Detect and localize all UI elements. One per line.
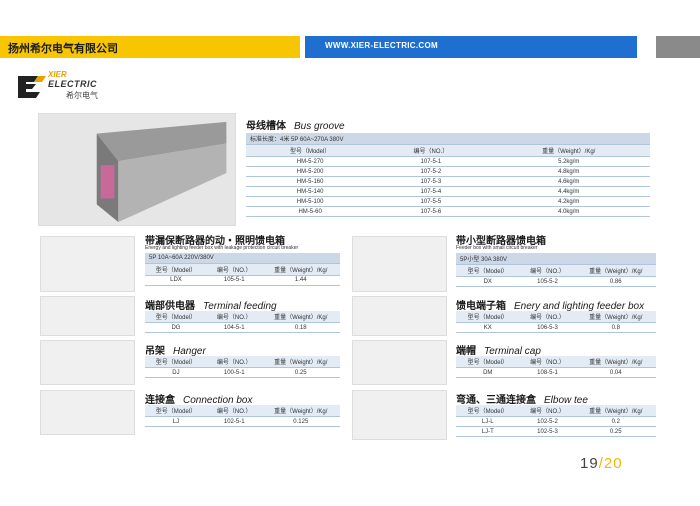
table-row: LDX 105-5-1 1.44 <box>145 275 340 286</box>
company-logo: XIER ELECTRIC 希尔电气 <box>8 70 118 104</box>
logo-brand-top: XIER <box>48 70 67 79</box>
elbow-tee-title: 弯通、三通连接盒 Elbow tee <box>456 395 588 406</box>
logo-e-icon <box>18 76 46 98</box>
leakage-box-subtitle: Energy and lighting feeder box with leak… <box>145 245 299 251</box>
table-row: LJ 102-5-1 0.125 <box>145 416 340 427</box>
table-row: HM-5-270 107-5-1 5.2kg/m <box>246 156 650 167</box>
page-number: 19/20 <box>580 455 623 472</box>
terminal-feeding-table: 型号（Model） 编号（NO.） 重量（Weight）/Kg/ DG 104-5-1… <box>145 311 340 333</box>
website-link[interactable]: WWW.XIER-ELECTRIC.COM <box>325 41 438 50</box>
bus-groove-title: 母线槽体 Bus groove <box>246 121 345 132</box>
table-row: HM-5-60 107-5-6 4.0kg/m <box>246 206 650 217</box>
header-gray-block <box>656 36 700 58</box>
hanger-table: 型号（Model） 编号（NO.） 重量（Weight）/Kg/ DJ 100-5-1… <box>145 356 340 378</box>
logo-brand: ELECTRIC <box>48 79 97 89</box>
table-header: 型号（Model） <box>246 144 375 157</box>
connection-box-photo <box>40 390 135 435</box>
bus-groove-photo <box>38 113 236 226</box>
table-row: HM-5-140 107-5-4 4.4kg/m <box>246 186 650 197</box>
mcb-box-photo <box>352 236 447 292</box>
hanger-photo <box>40 340 135 385</box>
connection-box-table: 型号（Model） 编号（NO.） 重量（Weight）/Kg/ LJ 102-5-1… <box>145 405 340 427</box>
table-row: KX 106-5-3 0.8 <box>456 322 656 333</box>
terminal-box-table: 型号（Model） 编号（NO.） 重量（Weight）/Kg/ KX 106-5-3… <box>456 311 656 333</box>
table-row: LJ-L 102-5-2 0.2 <box>456 416 656 427</box>
company-name: 扬州希尔电气有限公司 <box>8 43 118 55</box>
terminal-box-title: 馈电端子箱 Enery and lighting feeder box <box>456 301 645 312</box>
table-header: 重量（Weight）/Kg/ <box>487 144 650 157</box>
terminal-cap-photo <box>352 340 447 385</box>
terminal-cap-table: 型号（Model） 编号（NO.） 重量（Weight）/Kg/ DM 108-5-1… <box>456 356 656 378</box>
table-row: DM 108-5-1 0.04 <box>456 367 656 378</box>
bus-groove-image <box>96 121 227 223</box>
terminal-feeding-title: 端部供电器 Terminal feeding <box>145 301 277 312</box>
elbow-tee-table: 型号（Model） 编号（NO.） 重量（Weight）/Kg/ LJ-L 102-5… <box>456 405 656 437</box>
table-row: DJ 100-5-1 0.25 <box>145 367 340 378</box>
table-row: HM-5-200 107-5-2 4.8kg/m <box>246 166 650 177</box>
table-row: HM-5-160 107-5-3 4.6kg/m <box>246 176 650 187</box>
table-header: 编号（NO.） <box>374 144 488 157</box>
mcb-box-spec: 5P小型 30A 380V <box>456 253 656 265</box>
mcb-box-table: 5P小型 30A 380V 型号（Model） 编号（NO.） 重量（Weight）… <box>456 253 656 287</box>
table-row: LJ-T 102-5-3 0.25 <box>456 426 656 437</box>
bus-groove-table: 标准长度：4米 5P 60A~270A 380V 型号（Model） 编号（NO… <box>246 133 650 217</box>
table-row: DX 105-5-2 0.86 <box>456 276 656 287</box>
header-website-bar: WWW.XIER-ELECTRIC.COM <box>305 36 637 58</box>
bus-groove-spec: 标准长度：4米 5P 60A~270A 380V <box>246 133 650 145</box>
terminal-feeding-photo <box>40 296 135 336</box>
leakage-box-spec: 5P 10A~60A 220V/380V <box>145 253 340 264</box>
hanger-title: 吊架 Hanger <box>145 346 206 357</box>
leakage-box-table: 5P 10A~60A 220V/380V 型号（Model） 编号（NO.） 重量（… <box>145 253 340 286</box>
table-row: HM-5-100 107-5-5 4.2kg/m <box>246 196 650 207</box>
elbow-tee-photo <box>352 390 447 440</box>
terminal-cap-title: 端帽 Terminal cap <box>456 346 541 357</box>
table-row: DG 104-5-1 0.18 <box>145 322 340 333</box>
mcb-box-subtitle: Feeder box with small circuit breaker <box>456 245 538 251</box>
logo-brand-cn: 希尔电气 <box>66 91 98 100</box>
header-company-bar: 扬州希尔电气有限公司 <box>0 36 300 58</box>
connection-box-title: 连接盒 Connection box <box>145 395 253 406</box>
leakage-box-photo <box>40 236 135 292</box>
terminal-box-photo <box>352 296 447 336</box>
